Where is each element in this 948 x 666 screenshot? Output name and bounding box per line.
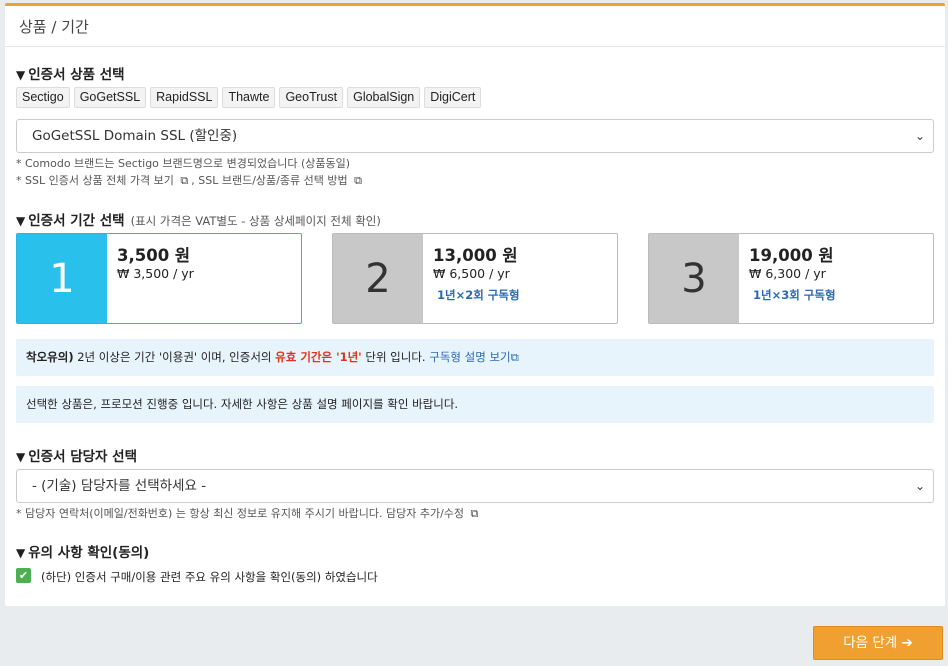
period-subscription-type: 1년×2회 구독형 — [437, 288, 520, 302]
period-per-year: ₩ 3,500 / yr — [117, 266, 194, 281]
external-link-icon[interactable]: ⧉ — [471, 507, 479, 520]
next-step-button[interactable]: 다음 단계 ➔ — [813, 626, 943, 660]
period-option-1[interactable]: 1 3,500 원 ₩ 3,500 / yr — [16, 233, 302, 324]
brand-button-thawte[interactable]: Thawte — [222, 87, 276, 108]
period-per-year: ₩ 6,300 / yr — [749, 266, 826, 281]
order-card: 상품 / 기간 ▼ 인증서 상품 선택 Sectigo GoGetSSL Rapi… — [5, 3, 945, 606]
period-notice: 착오유의) 2년 이상은 기간 '이용권' 이며, 인증서의 유효 기간은 '1… — [16, 339, 934, 376]
product-select[interactable]: GoGetSSL Domain SSL (할인중) ⌄ — [16, 119, 934, 153]
brand-button-rapidssl[interactable]: RapidSSL — [150, 87, 219, 108]
brand-rename-note: * Comodo 브랜드는 Sectigo 브랜드명으로 변경되었습니다 (상품… — [16, 157, 351, 170]
contact-note: * 담당자 연락처(이메일/전화번호) 는 항상 최신 정보로 유지해 주시기 … — [16, 507, 479, 520]
period-price: 19,000 원 — [749, 246, 834, 265]
period-option-3[interactable]: 3 19,000 원 ₩ 6,300 / yr 1년×3회 구독형 — [648, 233, 934, 324]
period-option-2[interactable]: 2 13,000 원 ₩ 6,500 / yr 1년×2회 구독형 — [332, 233, 618, 324]
period-years: 1 — [17, 234, 107, 323]
period-subscription-type: 1년×3회 구독형 — [753, 288, 836, 302]
price-guide-note: * SSL 인증서 상품 전체 가격 보기 ⧉, SSL 브랜드/상품/종류 선… — [16, 174, 362, 187]
card-header: 상품 / 기간 — [5, 6, 945, 47]
brand-button-geotrust[interactable]: GeoTrust — [279, 87, 344, 108]
external-link-icon[interactable]: ⧉ — [511, 350, 519, 364]
period-years: 2 — [333, 234, 423, 323]
check-icon: ✔ — [18, 569, 29, 582]
external-link-icon[interactable]: ⧉ — [354, 174, 362, 187]
subscription-info-link[interactable]: 구독형 설명 보기 — [429, 350, 510, 364]
product-section-title: ▼ 인증서 상품 선택 — [16, 67, 125, 83]
chevron-down-icon: ⌄ — [914, 479, 925, 493]
period-price: 3,500 원 — [117, 246, 191, 265]
contact-section-title: ▼ 인증서 담당자 선택 — [16, 449, 137, 465]
period-per-year: ₩ 6,500 / yr — [433, 266, 510, 281]
product-select-value: GoGetSSL Domain SSL (할인중) — [32, 128, 238, 144]
agree-section-title: ▼ 유의 사항 확인(동의) — [16, 545, 150, 561]
brand-list: Sectigo GoGetSSL RapidSSL Thawte GeoTrus… — [16, 87, 482, 108]
chevron-down-icon: ⌄ — [914, 129, 925, 143]
arrow-right-icon: ➔ — [901, 635, 913, 651]
brand-button-globalsign[interactable]: GlobalSign — [347, 87, 421, 108]
period-price: 13,000 원 — [433, 246, 518, 265]
contact-select-placeholder: - (기술) 담당자를 선택하세요 - — [32, 478, 207, 494]
brand-button-sectigo[interactable]: Sectigo — [16, 87, 70, 108]
page-title: 상품 / 기간 — [19, 18, 89, 36]
agree-checkbox-label: (하단) 인증서 구매/이용 관련 주요 유의 사항을 확인(동의) 하였습니다 — [41, 570, 378, 584]
promotion-notice: 선택한 상품은, 프로모션 진행중 입니다. 자세한 사항은 상품 설명 페이지… — [16, 386, 934, 423]
period-section-title: ▼ 인증서 기간 선택 (표시 가격은 VAT별도 - 상품 상세페이지 전체 확인… — [16, 213, 381, 229]
agree-checkbox[interactable]: ✔ — [16, 568, 31, 583]
brand-button-gogetssl[interactable]: GoGetSSL — [73, 87, 147, 108]
period-years: 3 — [649, 234, 739, 323]
contact-select[interactable]: - (기술) 담당자를 선택하세요 - ⌄ — [16, 469, 934, 503]
external-link-icon[interactable]: ⧉ — [180, 174, 188, 187]
brand-button-digicert[interactable]: DigiCert — [424, 87, 482, 108]
